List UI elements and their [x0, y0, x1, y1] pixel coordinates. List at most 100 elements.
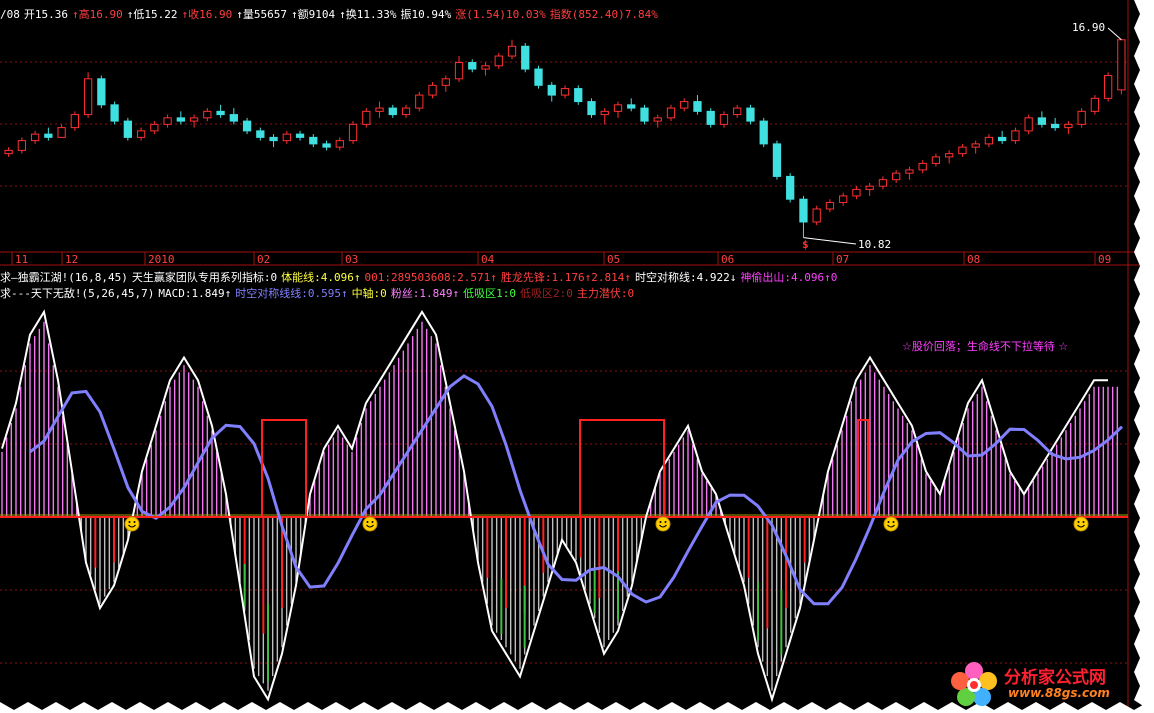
candle-up: [163, 117, 172, 125]
candle-down: [772, 143, 782, 177]
candle-down: [746, 107, 755, 122]
logo-url: www.88gs.com: [1008, 686, 1110, 700]
candle-up: [560, 88, 570, 96]
candle-up: [812, 208, 821, 223]
candle-down: [176, 117, 185, 122]
candle-up: [852, 188, 861, 197]
axis-tick-label: 07: [836, 253, 849, 266]
candle-up: [825, 201, 835, 210]
candle-up: [653, 117, 662, 122]
site-logo[interactable]: 分析家公式网 www.88gs.com: [946, 659, 1146, 707]
candle-down: [216, 110, 225, 116]
indicator2-field: 时空对称线线:0.595↑: [235, 287, 348, 300]
candle-up: [30, 133, 40, 142]
candle-up: [613, 104, 623, 112]
axis-tick-label: 03: [345, 253, 358, 266]
candle-up: [17, 140, 27, 151]
candle-up: [335, 140, 344, 148]
candle-up: [428, 84, 437, 96]
candle-down: [547, 84, 556, 96]
candle-up: [878, 179, 888, 187]
quote-field: 开15.36: [23, 8, 68, 21]
candle-down: [587, 101, 596, 116]
candle-up: [150, 123, 159, 132]
candle-up: [600, 110, 609, 116]
logo-title: 分析家公式网: [1004, 668, 1106, 688]
high-pointer: [1107, 27, 1122, 41]
quote-field: ↑额9104: [291, 8, 336, 21]
candle-up: [4, 149, 13, 155]
torn-edge: [1134, 0, 1154, 713]
chart-canvas[interactable]: 11 12 2010 02 03 04 05 06 07 08 09: [0, 0, 1154, 713]
indicator2-legend: 求---天下无敌!(5,26,45,7) MACD:1.849↑ 时空对称线线:0.…: [0, 282, 638, 300]
candle-up: [348, 123, 358, 142]
candle-down: [534, 68, 543, 86]
candle-down: [998, 136, 1007, 142]
candle-down: [1037, 117, 1047, 125]
quote-field: ↑量55657: [236, 8, 287, 21]
candle-up: [203, 110, 212, 119]
candle-up: [1024, 117, 1033, 132]
candle-down: [799, 198, 808, 223]
candle-up: [375, 107, 384, 112]
candle-down: [269, 136, 278, 142]
quote-field: ↑低15.22: [126, 8, 178, 21]
candle-up: [1011, 130, 1020, 142]
indicator1-legend: 求—独霸江湖!(16,8,45) 天生赢家团队专用系列指标:0 体能线:4.096↑…: [0, 266, 841, 284]
candle-down: [693, 101, 702, 112]
smiley-icon: [124, 516, 140, 532]
axis-tick-label: 2010: [148, 253, 175, 266]
candle-up: [401, 107, 411, 116]
date-axis: 11 12 2010 02 03 04 05 06 07 08 09: [11, 252, 1111, 266]
candle-up: [1090, 97, 1100, 112]
candle-down: [110, 104, 119, 122]
indicator2-field: 低吸区1:0: [463, 287, 517, 300]
candle-down: [1050, 123, 1060, 129]
axis-tick-label: 06: [721, 253, 734, 266]
candle-up: [1064, 123, 1073, 129]
indicator2-field: 主力潜伏:0: [576, 287, 635, 300]
candle-up: [70, 114, 80, 129]
candle-up: [839, 195, 848, 203]
axis-tick-label: 08: [967, 253, 980, 266]
candle-down: [574, 88, 583, 103]
candle-down: [256, 130, 265, 138]
smiley-icon: [883, 516, 899, 532]
smiley-icon: [362, 516, 378, 532]
candle-up: [1103, 75, 1113, 99]
indicator2-field: 中轴:0: [351, 287, 387, 300]
candle-down: [123, 120, 132, 138]
candle-up: [454, 62, 464, 80]
candle-down: [640, 107, 649, 122]
indicator2-field: 粉丝:1.849↑: [390, 287, 460, 300]
candle-down: [242, 120, 252, 132]
indicator-note: ☆股价回落；生命线不下拉等待 ☆: [902, 340, 1069, 353]
axis-tick-label: 12: [65, 253, 78, 266]
candle-up: [719, 114, 729, 125]
candle-up: [136, 130, 146, 138]
candle-down: [309, 136, 318, 145]
candle-up: [931, 156, 941, 164]
indicator2-field: MACD:1.849↑: [158, 287, 232, 300]
quote-field: ↑高16.90: [72, 8, 123, 21]
candle-down: [44, 133, 53, 138]
candle-up: [282, 133, 291, 142]
candle-down: [786, 175, 795, 200]
axis-tick-label: 09: [1098, 253, 1111, 266]
candle-up: [945, 153, 954, 158]
candle-up: [415, 94, 424, 109]
candle-down: [521, 45, 530, 70]
candle-up: [1117, 39, 1126, 91]
price-high-label: 16.90: [1072, 21, 1106, 34]
quote-field: 指数(852.40)7.84%: [549, 8, 658, 21]
candle-up: [958, 146, 967, 155]
flower-icon: [951, 662, 997, 706]
candle-up: [666, 107, 676, 119]
candle-up: [507, 45, 517, 57]
low-pointer: [803, 237, 857, 245]
candle-up: [1077, 110, 1086, 125]
indicator1-field: 神偷出山:4.096↑0: [740, 271, 838, 284]
candle-down: [468, 62, 477, 70]
candle-down: [322, 143, 331, 148]
candle-down: [759, 120, 768, 145]
